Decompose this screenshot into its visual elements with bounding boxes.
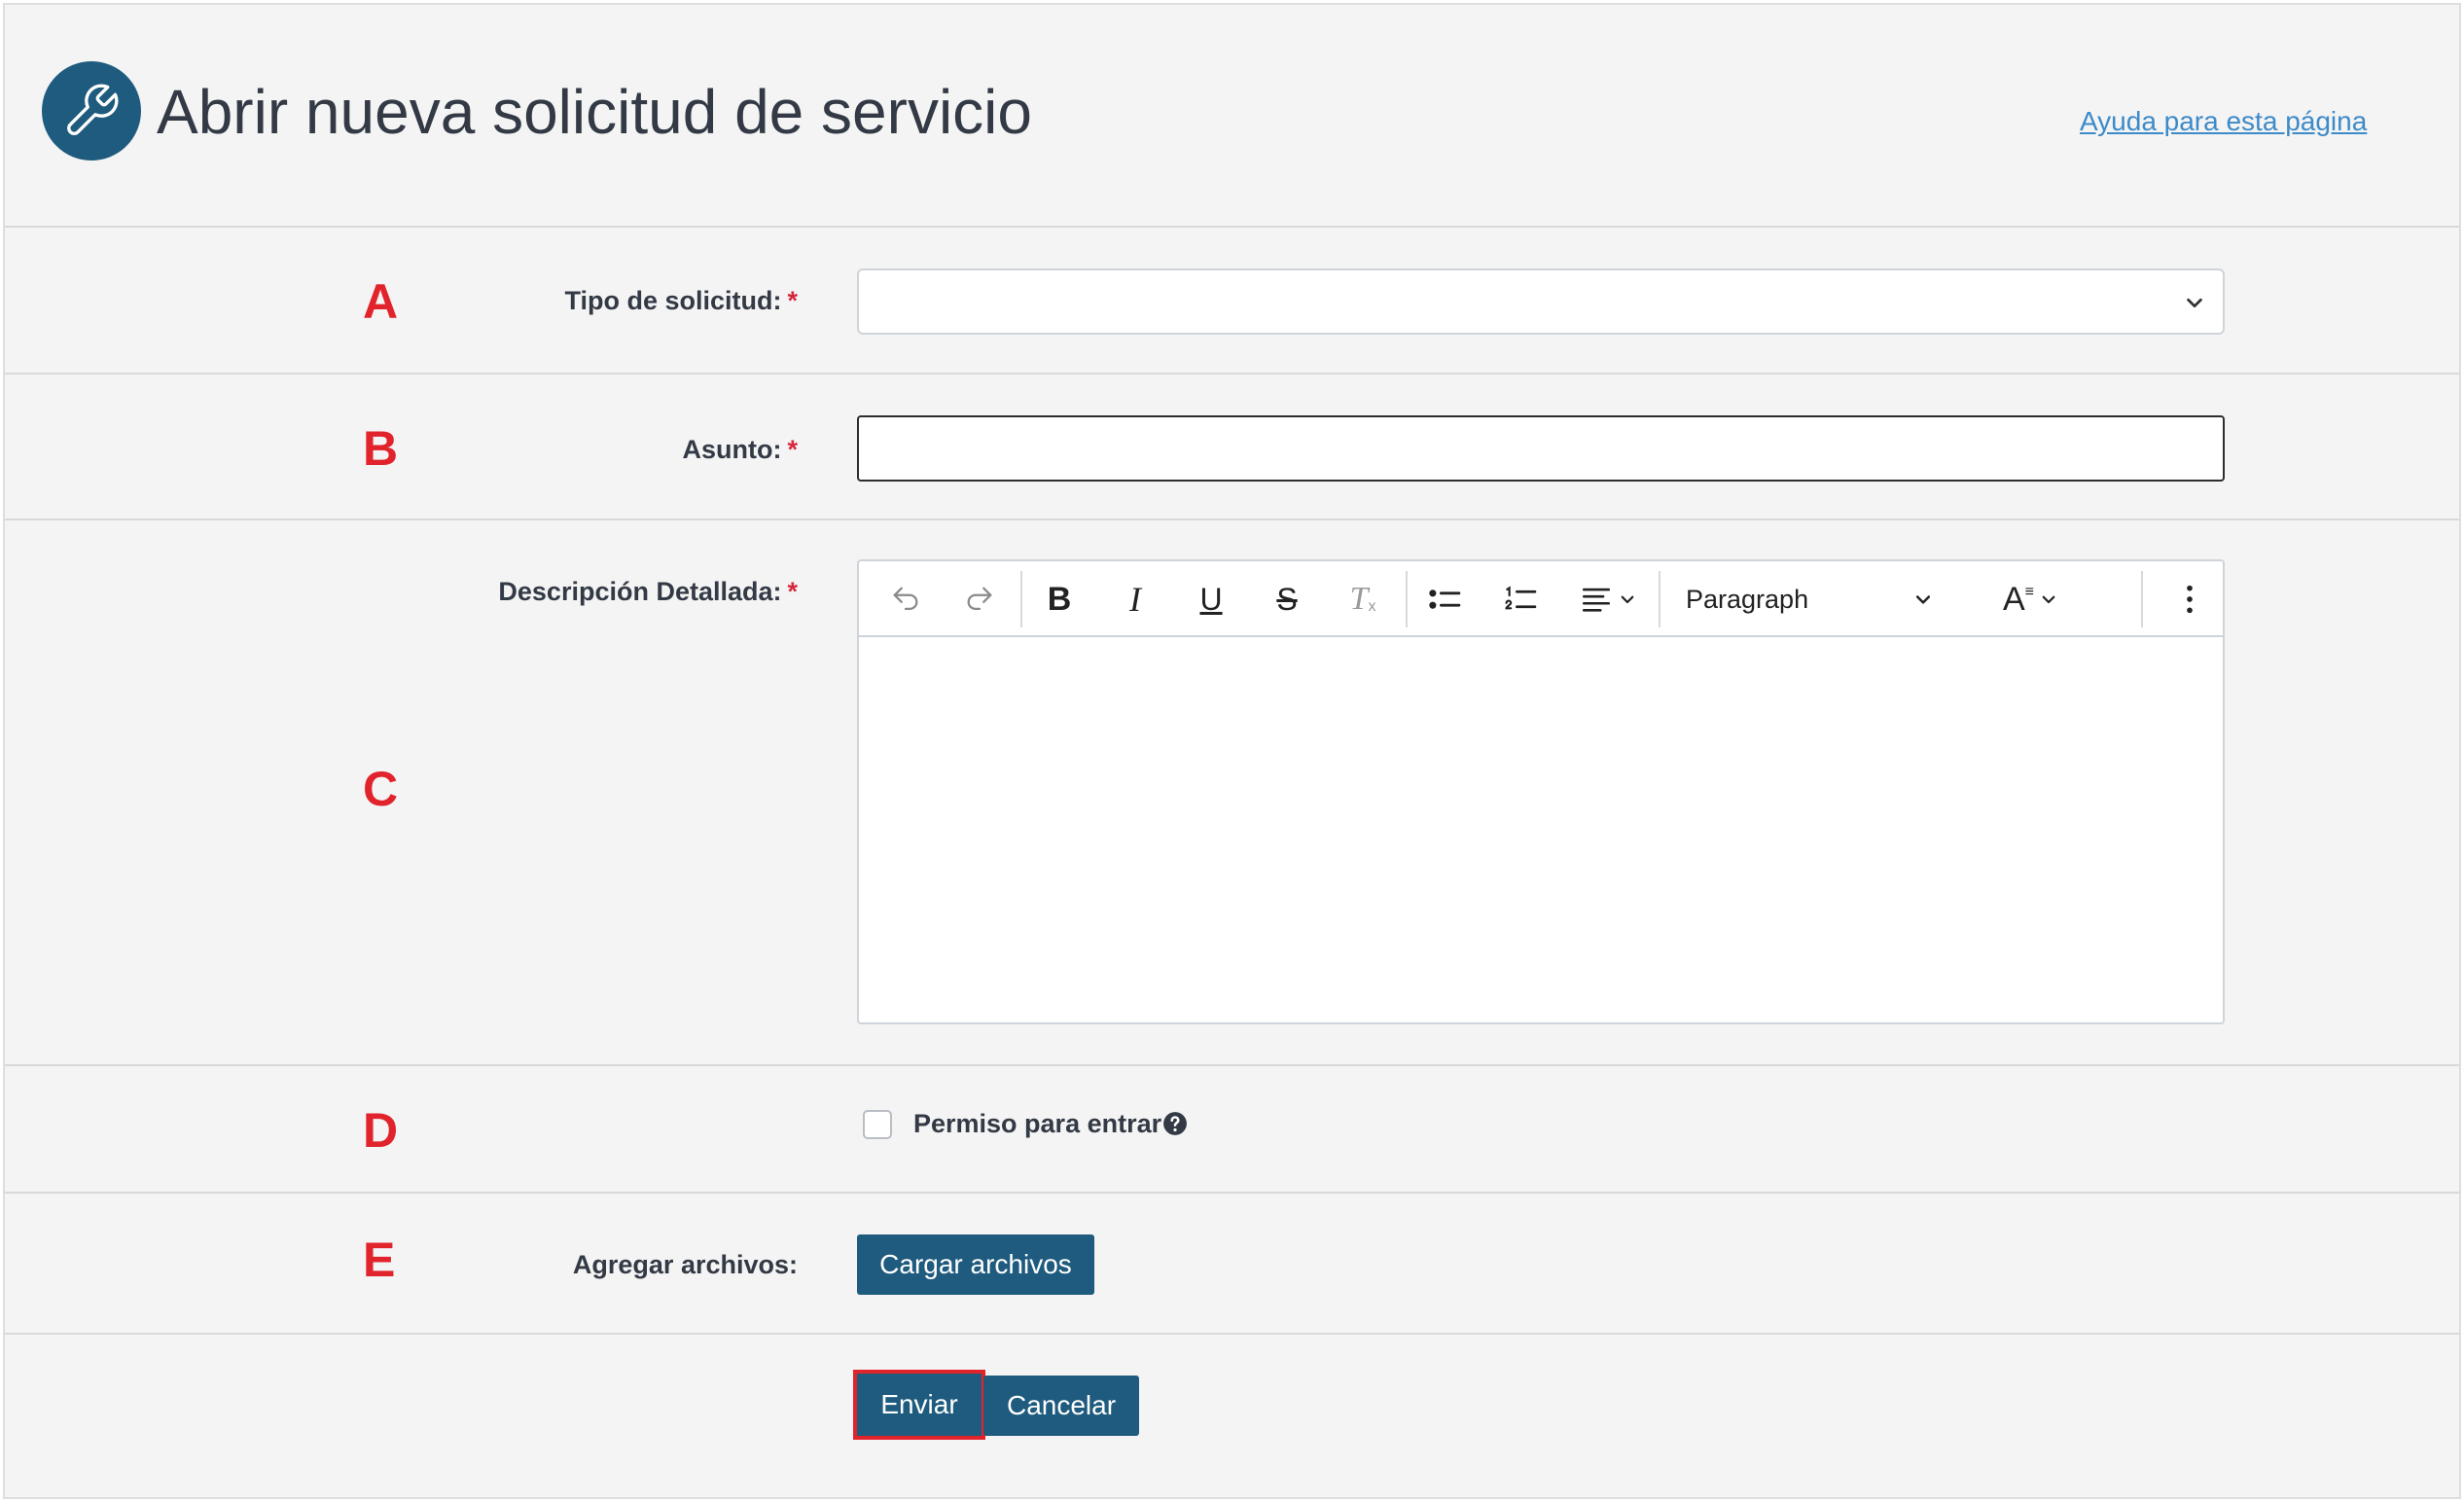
request-type-label: Tipo de solicitud: * xyxy=(564,286,798,315)
toolbar-separator xyxy=(1020,571,1022,627)
redo-icon[interactable] xyxy=(952,573,1007,626)
upload-files-button[interactable]: Cargar archivos xyxy=(857,1234,1094,1295)
underline-icon[interactable]: U xyxy=(1184,573,1238,626)
toolbar-separator xyxy=(1659,571,1661,627)
italic-icon[interactable]: I xyxy=(1108,573,1162,626)
actions-row: Enviar Cancelar xyxy=(5,1335,2459,1498)
marker-b: B xyxy=(363,421,399,476)
permission-row: D Permiso para entrar xyxy=(5,1066,2459,1194)
submit-button[interactable]: Enviar xyxy=(853,1370,985,1440)
help-link[interactable]: Ayuda para esta página xyxy=(2080,104,2367,139)
undo-icon[interactable] xyxy=(878,573,933,626)
marker-d: D xyxy=(363,1103,399,1158)
strikethrough-icon[interactable]: S xyxy=(1260,573,1314,626)
chevron-down-icon xyxy=(2187,298,2202,308)
bullet-list-icon[interactable] xyxy=(1417,573,1474,626)
block-format-dropdown[interactable]: Paragraph xyxy=(1676,573,1943,626)
marker-a: A xyxy=(363,274,399,329)
marker-c: C xyxy=(363,762,399,816)
marker-e: E xyxy=(363,1233,396,1287)
editor-toolbar: B I U S Tx Paragraph A ≡ xyxy=(859,561,2223,637)
text-style-icon[interactable]: A ≡ xyxy=(1991,573,2069,626)
description-label: Descripción Detallada: * xyxy=(498,577,798,606)
permission-checkbox[interactable] xyxy=(863,1110,892,1139)
block-format-value: Paragraph xyxy=(1686,584,1809,614)
page-header: Abrir nueva solicitud de servicio Ayuda … xyxy=(5,5,2459,228)
subject-label: Asunto: * xyxy=(682,435,799,464)
bold-icon[interactable]: B xyxy=(1032,573,1087,626)
editor-content-area[interactable] xyxy=(859,637,2223,1022)
description-row: C Descripción Detallada: * B I U S T x P… xyxy=(5,520,2459,1066)
question-circle-icon[interactable] xyxy=(1162,1111,1188,1136)
permission-label[interactable]: Permiso para entrar xyxy=(913,1107,1161,1140)
attachments-label: Agregar archivos: xyxy=(572,1250,798,1279)
chevron-down-icon xyxy=(1915,595,1931,604)
toolbar-separator xyxy=(1406,571,1408,627)
clear-formatting-icon[interactable]: Tx xyxy=(1336,573,1390,626)
toolbar-separator xyxy=(2141,571,2143,627)
subject-row: B Asunto: * xyxy=(5,375,2459,520)
rich-text-editor: B I U S Tx Paragraph A ≡ xyxy=(857,559,2225,1024)
request-type-select[interactable] xyxy=(857,268,2225,335)
numbered-list-icon[interactable] xyxy=(1493,573,1550,626)
page-title: Abrir nueva solicitud de servicio xyxy=(157,77,1032,147)
subject-input[interactable] xyxy=(857,415,2225,482)
attachments-row: E Agregar archivos: Cargar archivos xyxy=(5,1194,2459,1335)
cancel-button[interactable]: Cancelar xyxy=(983,1376,1139,1436)
align-left-icon[interactable] xyxy=(1569,573,1647,626)
more-vertical-icon[interactable] xyxy=(2162,573,2217,626)
request-type-row: A Tipo de solicitud: * xyxy=(5,228,2459,375)
wrench-icon xyxy=(42,61,141,161)
service-request-page: Abrir nueva solicitud de servicio Ayuda … xyxy=(3,3,2461,1499)
